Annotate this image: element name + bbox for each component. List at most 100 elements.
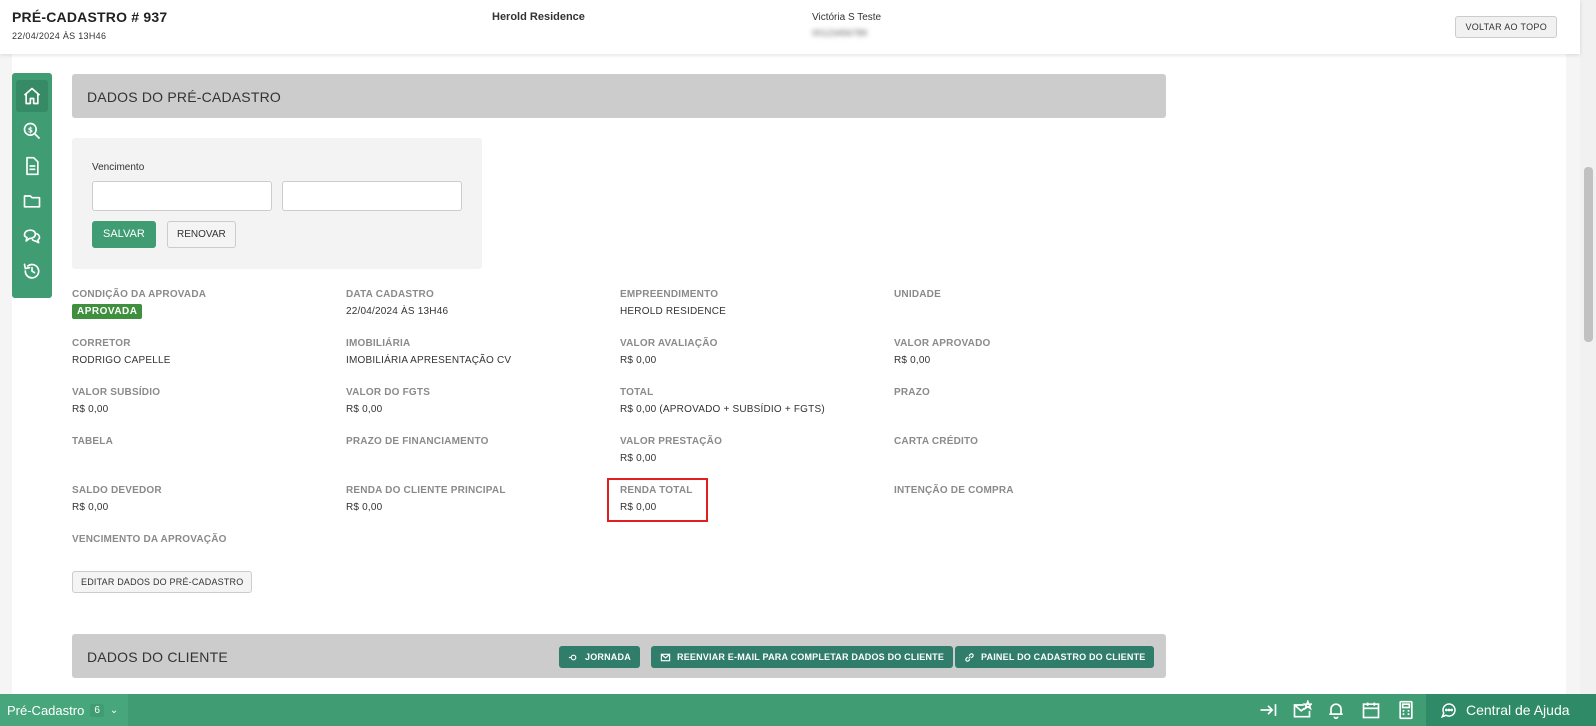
field-imobiliaria: IMOBILIÁRIA IMOBILIÁRIA APRESENTAÇÃO CV [346,338,606,366]
field-value: R$ 0,00 [72,404,109,415]
field-valor-aprovado: VALOR APROVADO R$ 0,00 [894,338,1154,366]
field-label: VALOR SUBSÍDIO [72,387,161,398]
field-valor-fgts: VALOR DO FGTS R$ 0,00 [346,387,606,415]
field-value: 22/04/2024 ÀS 13H46 [346,306,449,317]
resend-email-label: REENVIAR E-MAIL PARA COMPLETAR DADOS DO … [677,652,945,662]
field-label: TOTAL [620,387,654,398]
edit-pre-cadastro-button[interactable]: EDITAR DADOS DO PRÉ-CADASTRO [72,571,253,593]
left-sidebar: $ [12,73,52,298]
section-title: DADOS DO PRÉ-CADASTRO [87,89,281,105]
field-label: PRAZO [894,387,930,398]
field-prazo: PRAZO [894,387,1154,398]
field-tabela: TABELA [72,436,332,447]
help-center-button[interactable]: Central de Ajuda [1426,694,1596,726]
document-icon[interactable] [16,150,48,182]
field-label: CORRETOR [72,338,131,349]
field-value: RODRIGO CAPELLE [72,355,171,366]
resend-email-button[interactable]: REENVIAR E-MAIL PARA COMPLETAR DADOS DO … [651,646,954,668]
back-to-top-button[interactable]: VOLTAR AO TOPO [1455,16,1557,38]
vencimento-label: Vencimento [92,162,145,173]
field-value: R$ 0,00 [620,453,657,464]
field-label: INTENÇÃO DE COMPRA [894,485,1014,496]
field-label: VENCIMENTO DA APROVAÇÃO [72,534,227,545]
folder-icon[interactable] [16,185,48,217]
jornada-button[interactable]: JORNADA [559,646,640,668]
scrollbar-thumb[interactable] [1584,167,1593,342]
field-valor-prestacao: VALOR PRESTAÇÃO R$ 0,00 [620,436,880,464]
field-label: PRAZO DE FINANCIAMENTO [346,436,489,447]
status-badge: APROVADA [72,304,143,319]
field-label: VALOR AVALIAÇÃO [620,338,718,349]
field-label: SALDO DEVEDOR [72,485,162,496]
bottom-bar: Pré-Cadastro 6 ⌄ Central de Ajuda [0,694,1596,726]
header-empreendimento: Herold Residence [492,11,585,23]
save-button[interactable]: SALVAR [92,221,156,248]
field-label: VALOR APROVADO [894,338,991,349]
vencimento-date-input[interactable] [92,181,272,211]
field-saldo-devedor: SALDO DEVEDOR R$ 0,00 [72,485,332,513]
field-value: R$ 0,00 [894,355,931,366]
pre-cadastro-section-header: DADOS DO PRÉ-CADASTRO [72,74,1166,118]
field-label: RENDA DO CLIENTE PRINCIPAL [346,485,506,496]
pre-cadastro-tab[interactable]: Pré-Cadastro 6 ⌄ [0,694,128,726]
field-label: CARTA CRÉDITO [894,436,979,447]
help-center-label: Central de Ajuda [1466,702,1570,718]
field-label: IMOBILIÁRIA [346,338,411,349]
calendar-icon[interactable] [1361,700,1381,720]
field-label: VALOR DO FGTS [346,387,431,398]
field-corretor: CORRETOR RODRIGO CAPELLE [72,338,332,366]
field-valor-avaliacao: VALOR AVALIAÇÃO R$ 0,00 [620,338,880,366]
chat-icon[interactable] [16,220,48,252]
field-empreendimento: EMPREENDIMENTO HEROLD RESIDENCE [620,289,880,317]
field-label: TABELA [72,436,114,447]
vencimento-box: Vencimento SALVAR RENOVAR [72,138,482,269]
envelope-icon [660,653,671,661]
field-label: UNIDADE [894,289,941,300]
header-client-name: Victória S Teste [812,12,882,23]
chevron-down-icon: ⌄ [109,704,119,716]
renew-button[interactable]: RENOVAR [167,221,236,248]
field-value: R$ 0,00 [620,355,657,366]
field-value: R$ 0,00 [346,502,383,513]
pre-cadastro-tab-label: Pré-Cadastro [7,702,85,718]
page-title: PRÉ-CADASTRO # 937 [12,9,168,25]
calculator-icon[interactable] [1396,700,1416,720]
page-datetime: 22/04/2024 ÀS 13H46 [12,31,107,41]
page-scrollbar[interactable] [1580,0,1596,694]
field-valor-subsidio: VALOR SUBSÍDIO R$ 0,00 [72,387,332,415]
field-intencao-compra: INTENÇÃO DE COMPRA [894,485,1154,496]
history-icon[interactable] [16,255,48,287]
vencimento-time-input[interactable] [282,181,462,211]
pre-cadastro-count-badge: 6 [90,703,104,717]
journey-icon [568,654,577,660]
jornada-label: JORNADA [585,652,631,662]
bell-icon[interactable] [1326,700,1346,720]
collapse-right-icon[interactable] [1258,700,1278,720]
field-condicao: CONDIÇÃO DA APROVADA APROVADA [72,289,332,319]
search-money-icon[interactable]: $ [16,115,48,147]
renda-total-highlight [607,478,708,522]
field-label: VALOR PRESTAÇÃO [620,436,723,447]
svg-text:$: $ [28,125,33,134]
section-title: DADOS DO CLIENTE [87,649,228,665]
field-renda-cliente: RENDA DO CLIENTE PRINCIPAL R$ 0,00 [346,485,606,513]
home-icon[interactable] [16,80,48,112]
field-data-cadastro: DATA CADASTRO 22/04/2024 ÀS 13H46 [346,289,606,317]
field-value: R$ 0,00 (APROVADO + SUBSÍDIO + FGTS) [620,404,825,415]
field-value: R$ 0,00 [346,404,383,415]
field-value: IMOBILIÁRIA APRESENTAÇÃO CV [346,355,512,366]
mail-star-icon[interactable] [1292,699,1314,720]
field-prazo-financiamento: PRAZO DE FINANCIAMENTO [346,436,606,447]
field-label: DATA CADASTRO [346,289,434,300]
link-icon [965,652,974,662]
chat-bubble-icon [1440,703,1456,719]
painel-cadastro-label: PAINEL DO CADASTRO DO CLIENTE [981,652,1146,662]
page-header: PRÉ-CADASTRO # 937 22/04/2024 ÀS 13H46 H… [0,0,1580,54]
header-client-phone: 00123456789 [812,28,868,38]
field-total: TOTAL R$ 0,00 (APROVADO + SUBSÍDIO + FGT… [620,387,890,415]
field-vencimento-aprovacao: VENCIMENTO DA APROVAÇÃO [72,534,332,545]
field-label: CONDIÇÃO DA APROVADA [72,289,207,300]
field-value: HEROLD RESIDENCE [620,306,726,317]
painel-cadastro-button[interactable]: PAINEL DO CADASTRO DO CLIENTE [955,646,1155,668]
field-carta-credito: CARTA CRÉDITO [894,436,1154,447]
